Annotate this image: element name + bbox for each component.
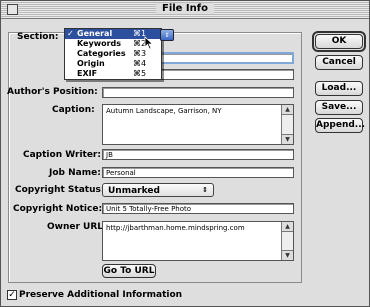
caption-label: Caption: [52, 105, 95, 115]
go-to-url-button[interactable]: Go To URL [102, 264, 156, 278]
scroll-up-arrow-icon[interactable]: ▲ [282, 105, 293, 115]
cancel-button[interactable]: Cancel [315, 55, 363, 70]
authors-position-label: Author's Position: [7, 87, 98, 97]
authors-position-field[interactable] [102, 87, 294, 98]
caption-textarea[interactable]: Autumn Landscape, Garrison, NY ▲ ▼ [102, 104, 294, 145]
save-button[interactable]: Save... [315, 100, 363, 115]
owner-url-scrollbar[interactable]: ▲ ▼ [281, 222, 293, 260]
checkmark-icon: ✓ [67, 29, 74, 38]
menu-item-exif[interactable]: EXIF ⌘5 [65, 69, 161, 79]
job-name-label: Job Name: [49, 168, 101, 178]
menu-item-label: Origin [77, 59, 105, 68]
owner-url-label: Owner URL: [47, 222, 107, 232]
menu-item-shortcut: ⌘5 [133, 69, 147, 78]
copyright-notice-field[interactable]: Unit 5 Totally-Free Photo [102, 203, 294, 214]
menu-item-label: EXIF [77, 69, 98, 78]
caption-writer-field[interactable]: JB [102, 149, 294, 160]
menu-item-label: Categories [77, 49, 126, 58]
owner-url-textarea[interactable]: http://jbarthman.home.mindspring.com ▲ ▼ [102, 221, 294, 261]
scroll-down-arrow-icon[interactable]: ▼ [282, 134, 293, 144]
scroll-down-arrow-icon[interactable]: ▼ [282, 250, 293, 260]
window-title: File Info [1, 3, 369, 14]
caption-writer-label: Caption Writer: [23, 150, 101, 160]
mouse-pointer-icon [144, 36, 154, 50]
dropdown-arrows-icon: ⇕ [202, 186, 208, 194]
menu-item-categories[interactable]: Categories ⌘3 [65, 49, 161, 59]
job-name-field[interactable]: Personal [102, 167, 294, 178]
copyright-status-value: Unmarked [108, 186, 160, 196]
section-label: Section: [17, 32, 59, 42]
menu-item-label: General [77, 29, 113, 38]
copyright-status-label: Copyright Status: [15, 185, 105, 195]
owner-url-text: http://jbarthman.home.mindspring.com [106, 224, 245, 232]
file-info-dialog: File Info Section: Author's Position: Ca… [0, 0, 370, 307]
menu-item-label: Keywords [77, 39, 122, 48]
menu-item-shortcut: ⌘3 [133, 49, 147, 58]
menu-item-shortcut: ⌘4 [133, 59, 147, 68]
scroll-up-arrow-icon[interactable]: ▲ [282, 222, 293, 232]
preserve-label: Preserve Additional Information [19, 290, 183, 300]
load-button[interactable]: Load... [315, 81, 363, 96]
section-dropdown-arrows-icon[interactable]: ⇕ [160, 29, 174, 41]
caption-scrollbar[interactable]: ▲ ▼ [281, 105, 293, 144]
menu-item-origin[interactable]: Origin ⌘4 [65, 59, 161, 69]
caption-text: Autumn Landscape, Garrison, NY [106, 107, 222, 115]
preserve-checkbox[interactable]: ✓ [7, 290, 17, 300]
copyright-status-popup[interactable]: Unmarked ⇕ [102, 183, 214, 197]
copyright-notice-label: Copyright Notice: [13, 204, 103, 214]
title-bar[interactable]: File Info [1, 1, 369, 19]
ok-button[interactable]: OK [315, 34, 363, 49]
append-button[interactable]: Append... [315, 118, 365, 133]
